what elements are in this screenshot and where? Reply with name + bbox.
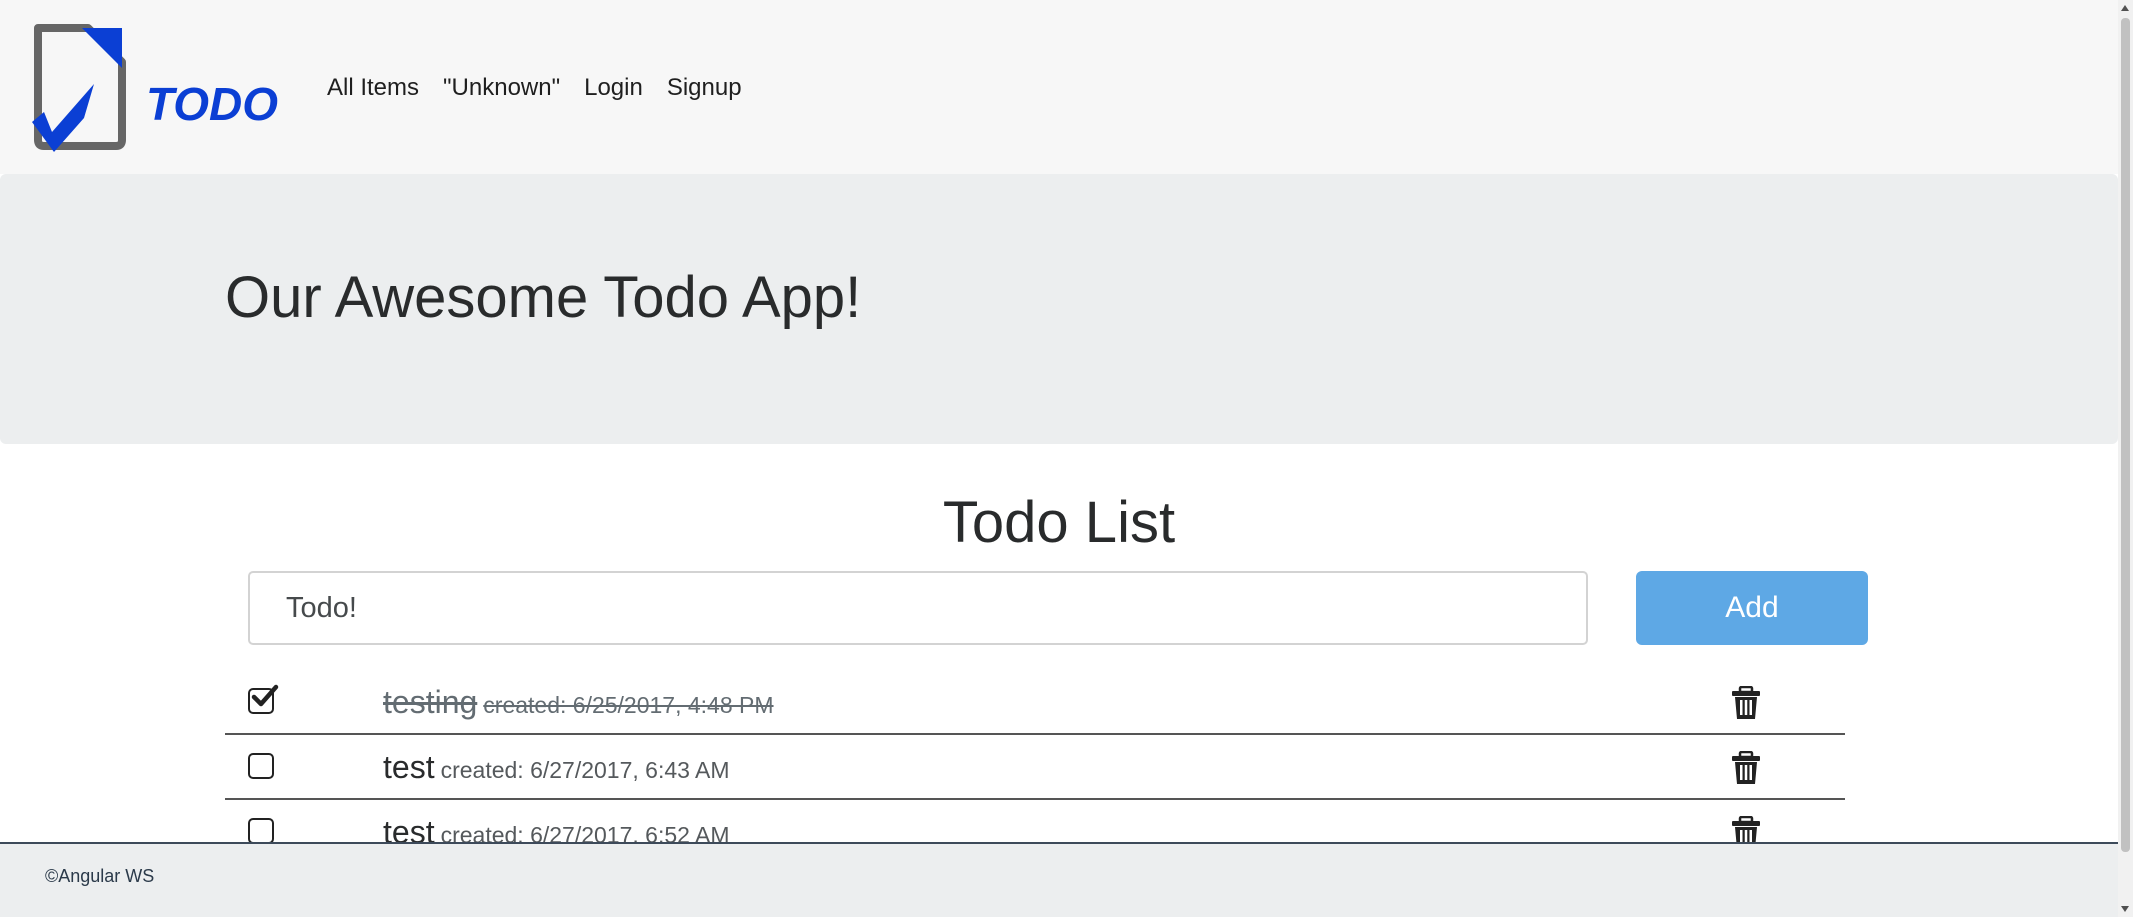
trash-icon[interactable] <box>1731 751 1761 785</box>
todo-created: created: 6/27/2017, 6:43 AM <box>440 757 730 783</box>
todo-list-heading: Todo List <box>942 490 1176 555</box>
nav-unknown-user[interactable]: "Unknown" <box>443 70 560 106</box>
logo-text: TODO <box>146 78 278 130</box>
todo-text: test created: 6/27/2017, 6:43 AM <box>383 749 730 786</box>
vertical-scrollbar[interactable] <box>2118 0 2133 917</box>
todo-text: testing created: 6/25/2017, 4:48 PM <box>383 684 774 721</box>
scroll-down-arrow-icon[interactable] <box>2121 906 2129 912</box>
todo-item: test created: 6/27/2017, 6:43 AM <box>225 735 1845 800</box>
todo-input[interactable] <box>248 571 1588 645</box>
jumbotron-title: Our Awesome Todo App! <box>225 265 862 330</box>
todo-checkbox[interactable] <box>248 818 274 844</box>
todo-title: test <box>383 749 435 785</box>
footer-copyright: ©Angular WS <box>45 866 155 886</box>
navbar: TODO All Items "Unknown" Login Signup <box>0 0 2118 174</box>
todo-item: testing created: 6/25/2017, 4:48 PM <box>225 670 1845 735</box>
page: TODO All Items "Unknown" Login Signup Ou… <box>0 0 2118 917</box>
scroll-up-arrow-icon[interactable] <box>2121 5 2129 11</box>
nav-all-items[interactable]: All Items <box>327 70 419 106</box>
todo-logo[interactable]: TODO <box>30 22 285 157</box>
todo-checkbox[interactable] <box>248 753 274 779</box>
main-nav: All Items "Unknown" Login Signup <box>327 70 742 106</box>
footer: ©Angular WS <box>0 842 2118 917</box>
checkmark-icon <box>251 684 279 707</box>
nav-signup[interactable]: Signup <box>667 70 742 106</box>
nav-login[interactable]: Login <box>584 70 643 106</box>
jumbotron: Our Awesome Todo App! <box>0 174 2118 444</box>
add-button[interactable]: Add <box>1636 571 1868 645</box>
todo-checkbox-checked[interactable] <box>248 684 279 714</box>
trash-icon[interactable] <box>1731 686 1761 720</box>
todo-created: created: 6/25/2017, 4:48 PM <box>483 692 774 718</box>
scrollbar-thumb[interactable] <box>2121 18 2130 852</box>
todo-title: testing <box>383 684 478 720</box>
